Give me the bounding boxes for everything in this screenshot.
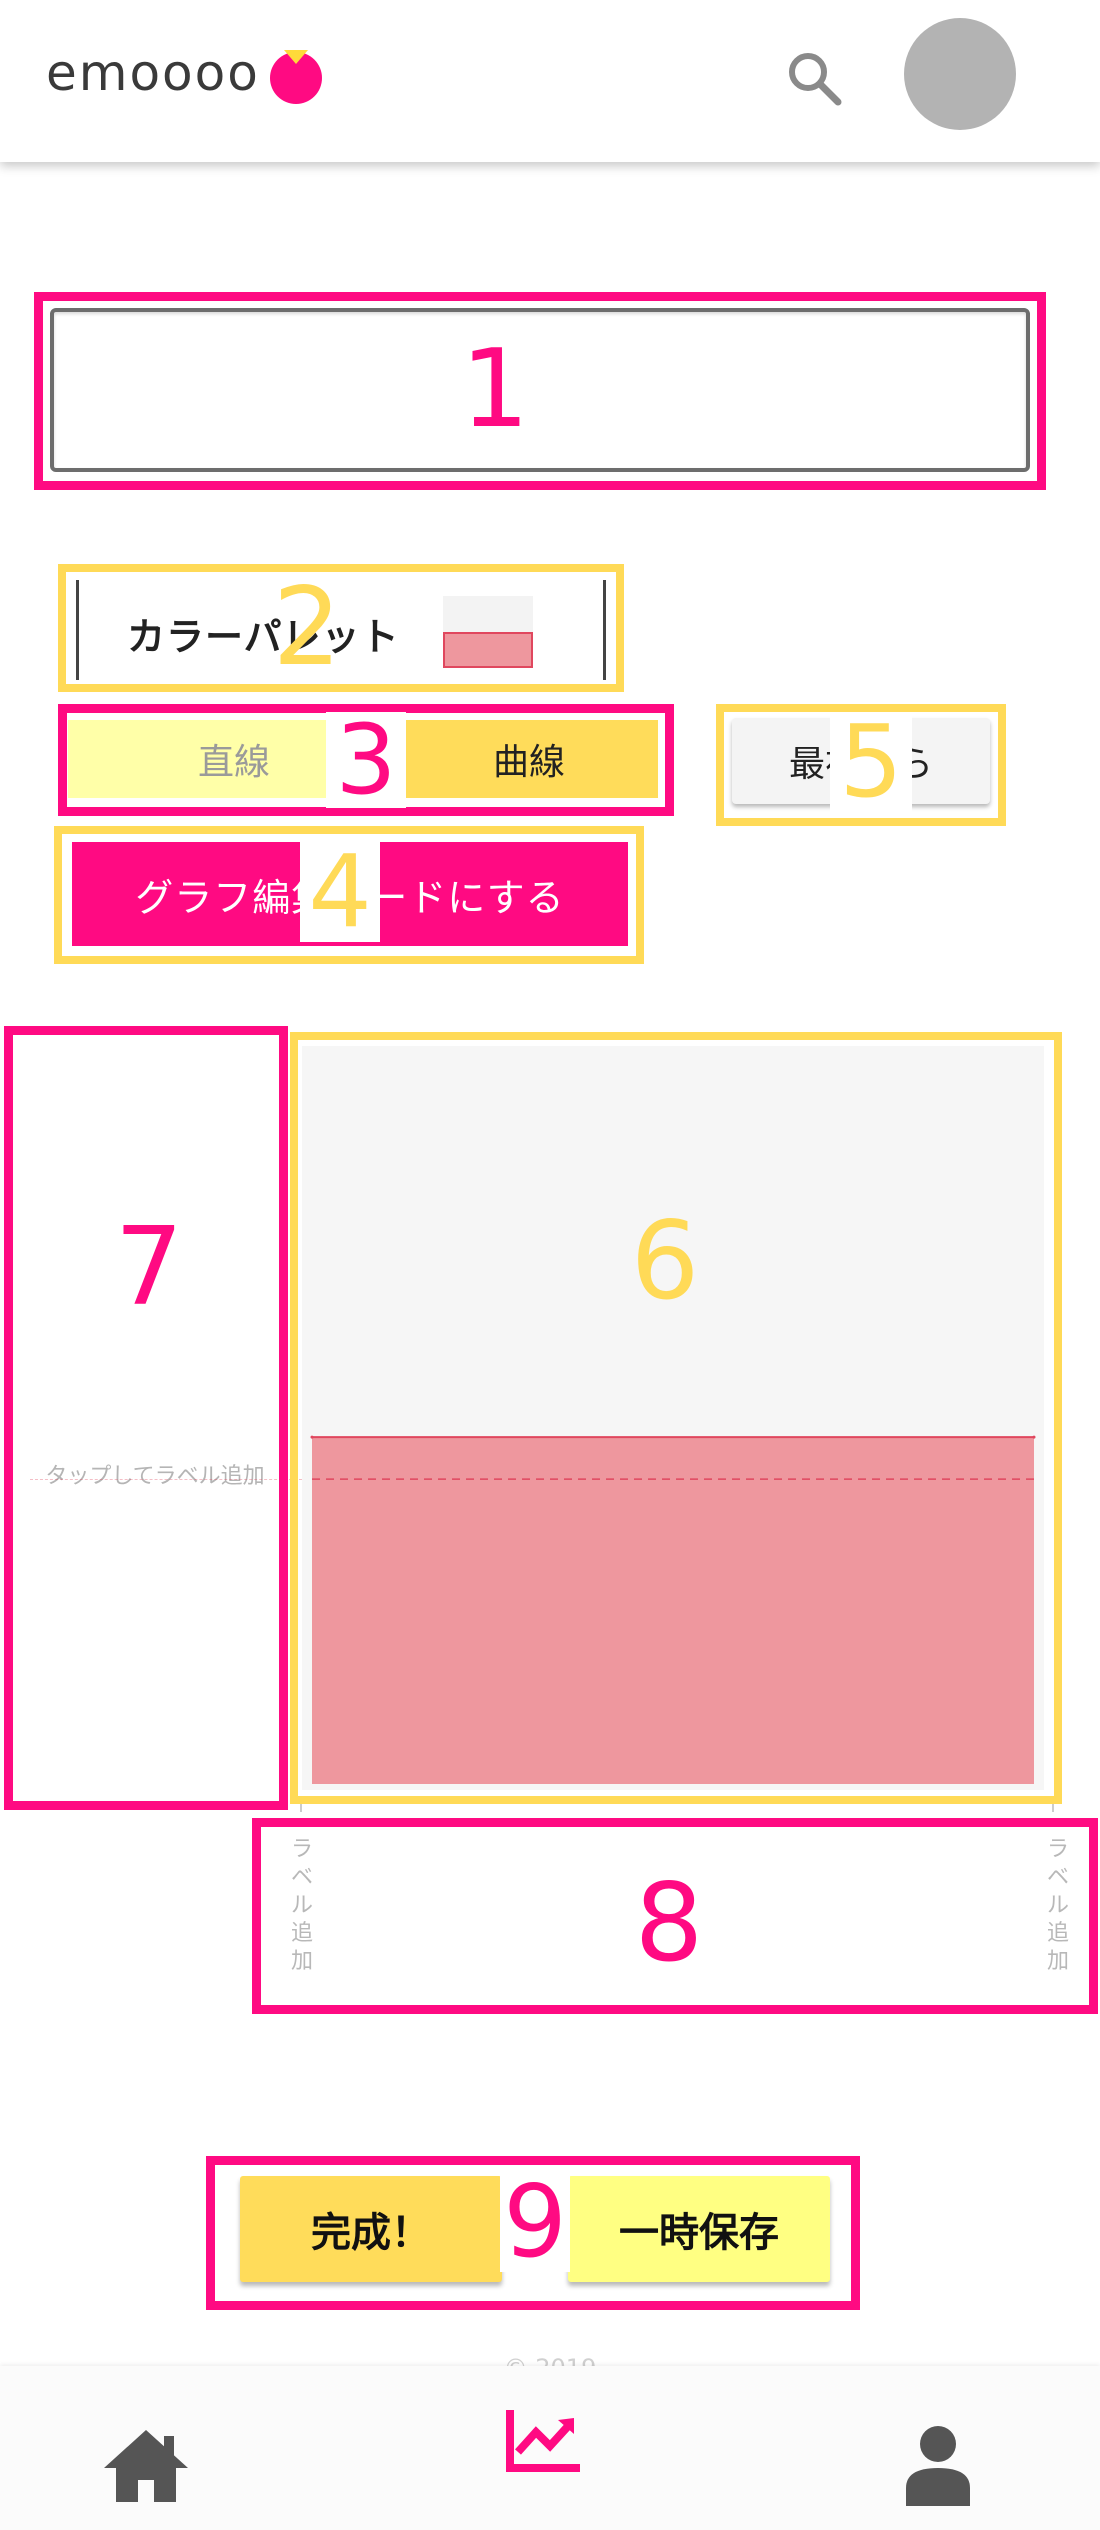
y-guide-extension bbox=[30, 1479, 302, 1481]
search-icon[interactable] bbox=[782, 46, 848, 112]
x-axis-tick-right bbox=[1052, 1798, 1054, 1812]
x-axis-label-left[interactable]: ラベル追加 bbox=[288, 1836, 316, 1976]
annotation-box-7 bbox=[4, 1026, 288, 1810]
line-type-curve[interactable]: 曲線 bbox=[400, 720, 658, 798]
x-axis-tick-left bbox=[300, 1798, 302, 1812]
annotation-number-6: 6 bbox=[630, 1199, 700, 1324]
annotation-number-4: 4 bbox=[300, 842, 380, 942]
annotation-number-9: 9 bbox=[500, 2172, 570, 2272]
temp-save-button[interactable]: 一時保存 bbox=[568, 2176, 830, 2282]
user-icon[interactable] bbox=[902, 2422, 974, 2506]
home-icon[interactable] bbox=[100, 2426, 192, 2506]
logo-mark-icon bbox=[266, 44, 326, 104]
annotation-number-2: 2 bbox=[272, 565, 342, 690]
annotation-number-8: 8 bbox=[634, 1861, 704, 1986]
chart-area-fill bbox=[312, 1437, 1034, 1784]
avatar[interactable] bbox=[904, 18, 1016, 130]
x-axis-label-right[interactable]: ラベル追加 bbox=[1044, 1836, 1072, 1976]
color-swatch bbox=[443, 596, 533, 668]
complete-button[interactable]: 完成！ bbox=[240, 2176, 502, 2282]
chart-point[interactable] bbox=[1032, 1435, 1036, 1439]
app-header: emoooo bbox=[0, 0, 1100, 162]
annotation-number-3: 3 bbox=[326, 712, 406, 808]
chart-svg[interactable] bbox=[302, 1046, 1044, 1790]
annotation-number-1: 1 bbox=[460, 327, 530, 452]
title-input[interactable] bbox=[50, 308, 1030, 472]
bottom-nav bbox=[0, 2366, 1100, 2530]
chart-icon[interactable] bbox=[504, 2406, 584, 2474]
annotation-number-7: 7 bbox=[114, 1205, 184, 1330]
y-axis-label-placeholder[interactable]: タップしてラベル追加 bbox=[30, 1458, 280, 1490]
chart-point[interactable] bbox=[310, 1435, 314, 1439]
logo[interactable]: emoooo bbox=[46, 42, 326, 104]
annotation-number-5: 5 bbox=[830, 712, 912, 812]
chart-area[interactable] bbox=[302, 1046, 1044, 1790]
logo-text: emoooo bbox=[46, 44, 260, 102]
